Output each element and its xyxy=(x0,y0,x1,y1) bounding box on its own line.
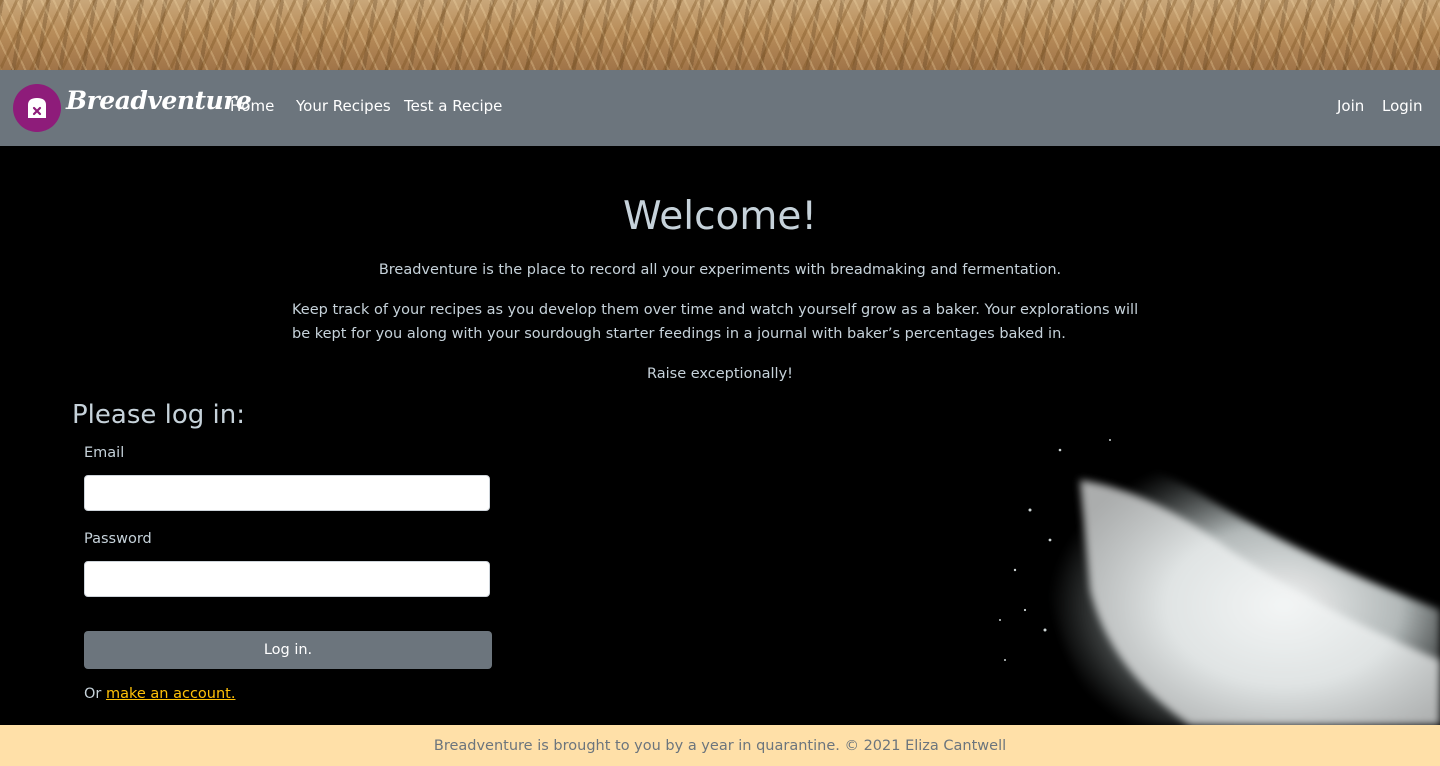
nav-home[interactable]: Home xyxy=(230,97,274,115)
password-field[interactable] xyxy=(84,561,490,597)
description-line-1: Keep track of your recipes as you develo… xyxy=(292,302,1139,318)
wheat-banner-image xyxy=(0,0,1440,70)
brand-logo-text[interactable]: Breadventure xyxy=(66,86,252,115)
page-title: Welcome! xyxy=(622,194,818,239)
footer-text: Breadventure is brought to you by a year… xyxy=(433,737,1007,754)
nav-test-a-recipe[interactable]: Test a Recipe xyxy=(404,97,502,115)
intro-paragraph: Breadventure is the place to record all … xyxy=(378,262,1062,278)
nav-join[interactable]: Join xyxy=(1337,97,1364,115)
nav-your-recipes[interactable]: Your Recipes xyxy=(296,97,391,115)
signup-prefix: Or xyxy=(84,686,106,702)
bread-loaf-icon[interactable] xyxy=(13,84,61,132)
description-line-2: be kept for you along with your sourdoug… xyxy=(292,326,1066,342)
login-heading: Please log in: xyxy=(72,400,245,430)
email-label: Email xyxy=(84,445,125,461)
footer: Breadventure is brought to you by a year… xyxy=(0,725,1440,766)
password-label: Password xyxy=(84,531,152,547)
make-account-link[interactable]: make an account. xyxy=(106,686,235,702)
email-field[interactable] xyxy=(84,475,490,511)
nav-login[interactable]: Login xyxy=(1382,97,1422,115)
flour-splash-image xyxy=(990,420,1440,725)
login-submit-button[interactable]: Log in. xyxy=(84,631,492,669)
signup-prompt: Or make an account. xyxy=(84,686,235,702)
tagline: Raise exceptionally! xyxy=(647,366,793,382)
